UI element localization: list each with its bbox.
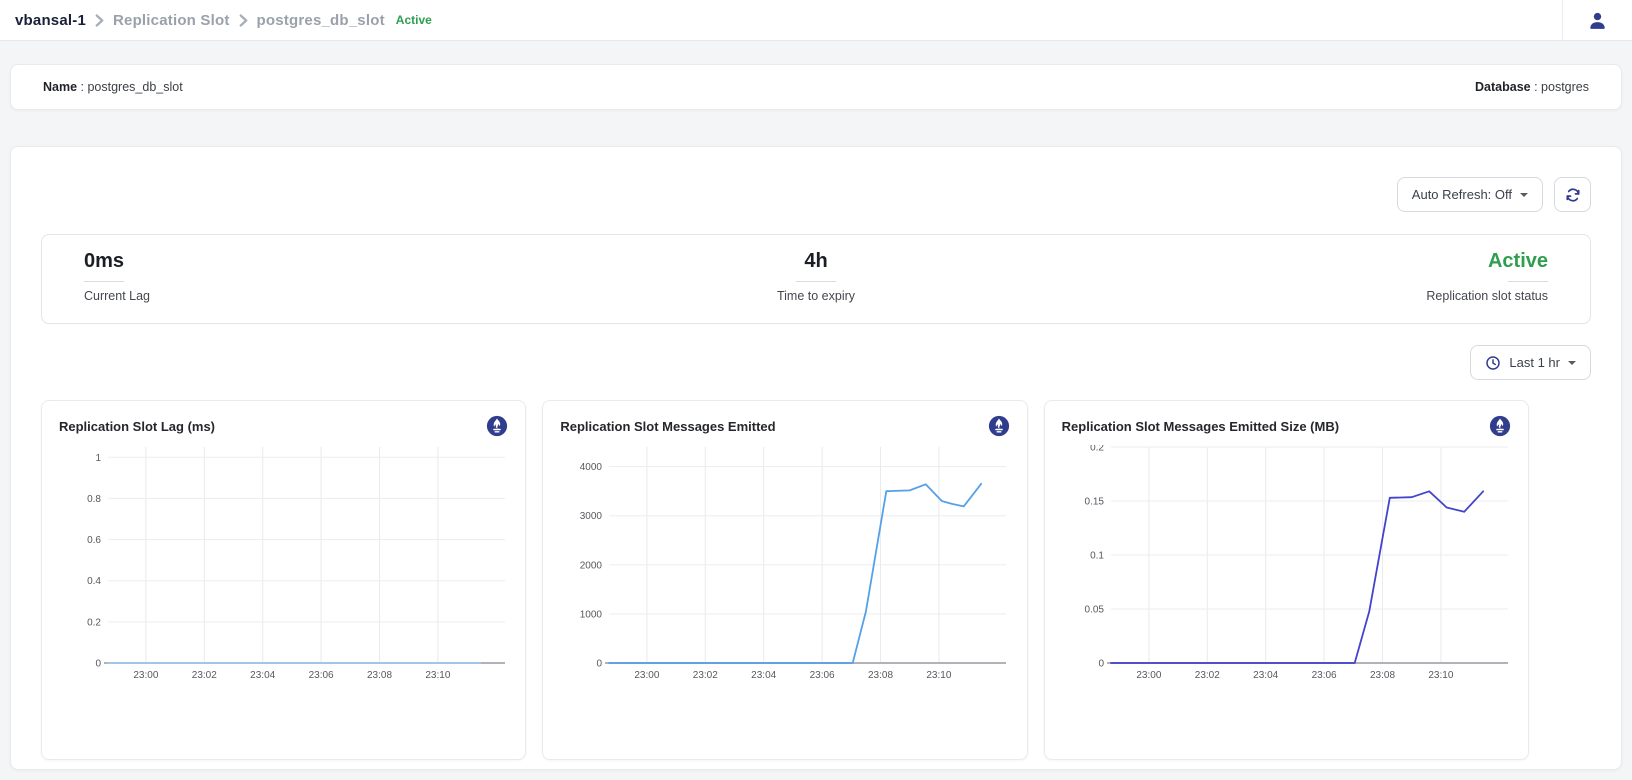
stat-label: Time to expiry [572,289,1060,303]
stat-label: Current Lag [84,289,572,303]
slot-database-value: postgres [1541,80,1589,94]
svg-text:23:04: 23:04 [1253,670,1278,681]
svg-text:1: 1 [95,453,101,464]
stat-value: Active [1060,250,1548,273]
slot-name-label: Name [43,80,77,94]
svg-text:23:08: 23:08 [367,670,392,681]
svg-text:23:00: 23:00 [635,670,660,681]
refresh-icon [1565,187,1581,203]
svg-text:23:04: 23:04 [752,670,777,681]
slot-database-field: Database : postgres [1475,80,1589,94]
auto-refresh-dropdown[interactable]: Auto Refresh: Off [1397,177,1543,212]
time-range-row: Last 1 hr [41,345,1591,380]
time-range-label: Last 1 hr [1509,355,1560,370]
chart-title: Replication Slot Messages Emitted Size (… [1062,419,1339,434]
stat-replication-slot-status: Active Replication slot status [1060,250,1590,308]
prometheus-metrics-icon[interactable] [486,415,508,437]
svg-text:23:06: 23:06 [810,670,835,681]
slot-name-field: Name : postgres_db_slot [43,80,183,94]
svg-text:23:02: 23:02 [693,670,718,681]
metrics-panel: Auto Refresh: Off 0ms Current Lag 4h Tim… [10,146,1622,770]
breadcrumb-slot-name: postgres_db_slot [257,12,385,29]
svg-text:0.05: 0.05 [1084,605,1104,616]
svg-text:0: 0 [95,659,101,670]
slot-info-bar: Name : postgres_db_slot Database : postg… [10,64,1622,110]
svg-text:0.15: 0.15 [1084,497,1104,508]
svg-text:23:02: 23:02 [1194,670,1219,681]
breadcrumb-section: Replication Slot [113,12,230,29]
svg-text:0.6: 0.6 [87,535,101,546]
stat-label: Replication slot status [1060,289,1548,303]
line-chart-messages-emitted[interactable]: 23:00 23:02 23:04 23:06 23:08 23:10 0 1000 2000 3… [554,445,1016,695]
stat-value: 4h [572,250,1060,273]
topbar-user-area [1562,0,1632,40]
chevron-down-icon [1520,193,1528,201]
svg-text:23:00: 23:00 [1136,670,1161,681]
chart-header: Replication Slot Lag (ms) [53,415,514,437]
chevron-down-icon [1568,361,1576,369]
svg-text:0.4: 0.4 [87,576,101,587]
user-icon [1587,10,1608,31]
chart-messages-emitted: Replication Slot Messages Emitted 23:002… [542,400,1027,760]
svg-text:23:06: 23:06 [309,670,334,681]
svg-text:23:04: 23:04 [250,670,275,681]
chart-messages-emitted-size: Replication Slot Messages Emitted Size (… [1044,400,1529,760]
svg-text:23:06: 23:06 [1311,670,1336,681]
chart-header: Replication Slot Messages Emitted [554,415,1015,437]
svg-text:2000: 2000 [580,560,603,571]
refresh-button[interactable] [1554,177,1591,212]
user-menu-button[interactable] [1587,10,1608,31]
top-bar: vbansal-1 Replication Slot postgres_db_s… [0,0,1632,41]
line-chart-replication-slot-lag[interactable]: 23:00 23:02 23:04 23:06 23:08 23:10 0 0.2 0.4 0.6… [53,445,515,695]
svg-text:23:10: 23:10 [1428,670,1453,681]
stat-current-lag: 0ms Current Lag [42,250,572,308]
auto-refresh-label: Auto Refresh: Off [1412,187,1512,202]
chart-replication-slot-lag: Replication Slot Lag (ms) 23:0023:0223:0… [41,400,526,760]
slot-name-value: postgres_db_slot [87,80,182,94]
slot-database-label: Database [1475,80,1531,94]
svg-text:23:02: 23:02 [192,670,217,681]
prometheus-metrics-icon[interactable] [988,415,1010,437]
svg-text:0.2: 0.2 [87,617,101,628]
svg-text:0.2: 0.2 [1090,445,1104,454]
time-range-dropdown[interactable]: Last 1 hr [1470,345,1591,380]
svg-text:23:10: 23:10 [927,670,952,681]
svg-text:0: 0 [1098,659,1104,670]
breadcrumb: vbansal-1 Replication Slot postgres_db_s… [0,12,432,29]
clock-icon [1485,355,1501,371]
charts-grid: Replication Slot Lag (ms) 23:0023:0223:0… [41,400,1529,760]
svg-text:23:08: 23:08 [1370,670,1395,681]
slot-summary-stats: 0ms Current Lag 4h Time to expiry Active… [41,234,1591,324]
divider [84,281,124,282]
svg-text:3000: 3000 [580,511,603,522]
chevron-right-icon [95,14,104,27]
metrics-toolbar: Auto Refresh: Off [41,177,1591,212]
breadcrumb-universe-link[interactable]: vbansal-1 [15,12,86,29]
line-chart-messages-emitted-size[interactable]: 23:00 23:02 23:04 23:06 23:08 23:10 0 0.05 0.1 0.… [1056,445,1518,695]
slot-status-badge: Active [396,13,432,27]
svg-text:4000: 4000 [580,462,603,473]
stat-value: 0ms [84,250,572,273]
svg-text:0.1: 0.1 [1090,551,1104,562]
chart-title: Replication Slot Lag (ms) [59,419,215,434]
chart-header: Replication Slot Messages Emitted Size (… [1056,415,1517,437]
svg-text:1000: 1000 [580,609,603,620]
svg-text:23:00: 23:00 [133,670,158,681]
chart-title: Replication Slot Messages Emitted [560,419,775,434]
divider [796,281,836,282]
svg-text:23:08: 23:08 [868,670,893,681]
divider [1508,281,1548,282]
svg-text:0: 0 [597,659,603,670]
prometheus-metrics-icon[interactable] [1489,415,1511,437]
chevron-right-icon [239,14,248,27]
stat-time-to-expiry: 4h Time to expiry [572,250,1060,308]
svg-text:0.8: 0.8 [87,494,101,505]
svg-text:23:10: 23:10 [425,670,450,681]
